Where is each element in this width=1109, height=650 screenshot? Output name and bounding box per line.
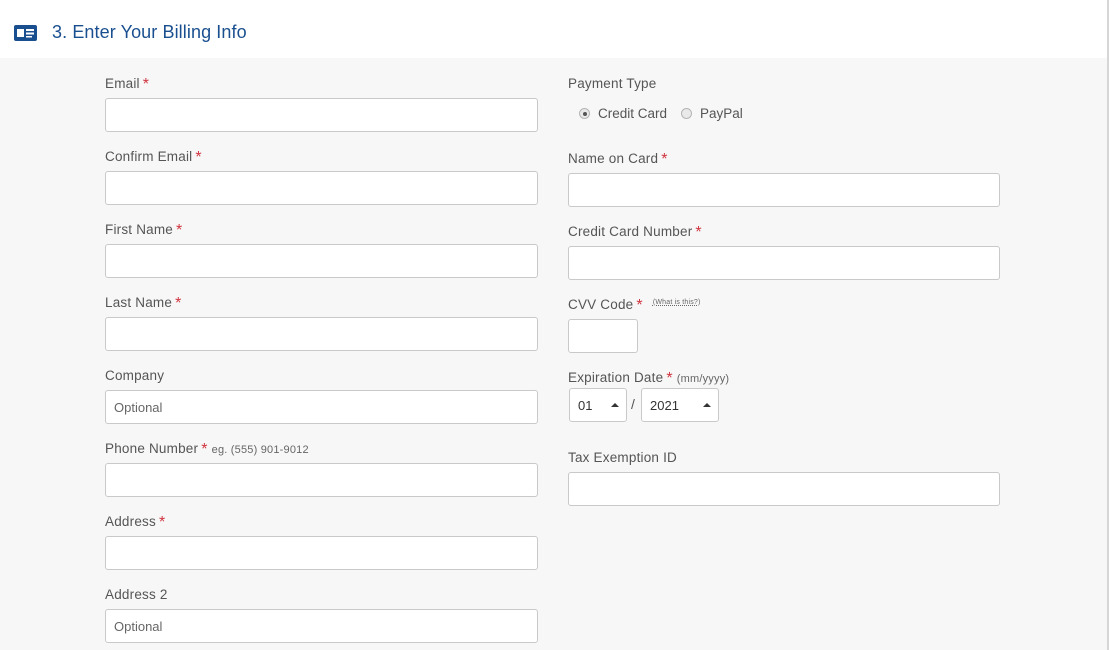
- tax-exemption-input[interactable]: [568, 472, 1000, 506]
- expiration-month-select[interactable]: 01: [569, 388, 627, 422]
- address2-input[interactable]: [105, 609, 538, 643]
- name-on-card-input[interactable]: [568, 173, 1000, 207]
- card-number-label: Credit Card Number *: [568, 224, 702, 241]
- address-input[interactable]: [105, 536, 538, 570]
- company-input[interactable]: [105, 390, 538, 424]
- cvv-input[interactable]: [568, 319, 638, 353]
- first-name-label: First Name *: [105, 222, 183, 239]
- confirm-email-label: Confirm Email *: [105, 149, 202, 166]
- expiration-hint: (mm/yyyy): [676, 373, 730, 385]
- chevron-up-icon: [703, 403, 711, 407]
- phone-label: Phone Number * eg. (555) 901-9012: [105, 441, 309, 458]
- paypal-radio[interactable]: [681, 108, 693, 119]
- last-name-input[interactable]: [105, 317, 538, 351]
- email-label: Email *: [105, 76, 150, 93]
- payment-type-label: Payment Type: [568, 76, 657, 91]
- phone-hint: eg. (555) 901-9012: [211, 444, 309, 456]
- paypal-label[interactable]: PayPal: [700, 106, 743, 121]
- expiration-year-select[interactable]: 2021: [641, 388, 719, 422]
- cvv-help-link[interactable]: (What is this?): [653, 299, 701, 306]
- phone-input[interactable]: [105, 463, 538, 497]
- section-header: 3. Enter Your Billing Info: [0, 0, 1107, 58]
- email-input[interactable]: [105, 98, 538, 132]
- credit-card-radio[interactable]: [579, 108, 590, 119]
- cvv-label: CVV Code * (What is this?): [568, 297, 701, 314]
- tax-exemption-label: Tax Exemption ID: [568, 450, 677, 465]
- card-number-input[interactable]: [568, 246, 1000, 280]
- expiration-label: Expiration Date * (mm/yyyy): [568, 370, 730, 387]
- confirm-email-input[interactable]: [105, 171, 538, 205]
- first-name-input[interactable]: [105, 244, 538, 278]
- chevron-up-icon: [611, 403, 619, 407]
- id-card-icon: [14, 25, 37, 46]
- address-label: Address *: [105, 514, 166, 531]
- section-title: 3. Enter Your Billing Info: [52, 22, 247, 42]
- name-on-card-label: Name on Card *: [568, 151, 668, 168]
- company-label: Company: [105, 368, 165, 383]
- expiration-separator: /: [631, 396, 635, 412]
- last-name-label: Last Name *: [105, 295, 182, 312]
- credit-card-label[interactable]: Credit Card: [598, 106, 667, 121]
- payment-type-options: Credit Card PayPal: [579, 106, 757, 121]
- address2-label: Address 2: [105, 587, 168, 602]
